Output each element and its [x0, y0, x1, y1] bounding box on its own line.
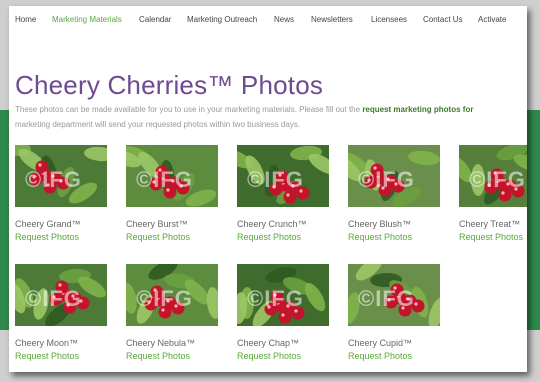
nav-licensees[interactable]: Licensees — [371, 15, 407, 24]
watermark-logo: ©IFG — [358, 167, 415, 192]
request-photos-link[interactable]: Request Photos — [126, 232, 190, 242]
top-navigation: Home Marketing Materials Calendar Market… — [9, 6, 527, 32]
request-photos-link[interactable]: Request Photos — [459, 232, 523, 242]
intro-line-2: marketing department will send your requ… — [15, 120, 301, 129]
cherry-photo: ©IFG — [237, 145, 329, 207]
cherry-photo: ©IFG — [237, 264, 329, 326]
request-photos-link[interactable]: Request Photos — [15, 351, 79, 361]
watermark-logo: ©IFG — [358, 286, 415, 311]
cherry-photo: ©IFG — [15, 264, 107, 326]
nav-newsletters[interactable]: Newsletters — [311, 15, 353, 24]
nav-home[interactable]: Home — [15, 15, 36, 24]
page-title: Cheery Cherries™ Photos — [15, 70, 324, 100]
watermark-logo: ©IFG — [469, 167, 526, 192]
request-photos-link[interactable]: Request Photos — [237, 232, 301, 242]
nav-calendar[interactable]: Calendar — [139, 15, 171, 24]
nav-marketing-materials[interactable]: Marketing Materials — [52, 15, 122, 24]
watermark-logo: ©IFG — [25, 286, 82, 311]
photo-name: Cheery Crunch™ — [237, 219, 307, 229]
intro-line-1: These photos can be made available for y… — [15, 105, 361, 114]
request-photos-link[interactable]: Request Photos — [126, 351, 190, 361]
webpage: Home Marketing Materials Calendar Market… — [9, 6, 527, 372]
photo-name: Cheery Treat™ — [459, 219, 521, 229]
photo-name: Cheery Burst™ — [126, 219, 188, 229]
cherry-photo: ©IFG — [15, 145, 107, 207]
cherry-photo: ©IFG — [348, 145, 440, 207]
nav-contact-us[interactable]: Contact Us — [423, 15, 463, 24]
request-photos-link[interactable]: Request Photos — [237, 351, 301, 361]
watermark-logo: ©IFG — [136, 286, 193, 311]
watermark-logo: ©IFG — [247, 167, 304, 192]
cherry-photo: ©IFG — [348, 264, 440, 326]
cherry-photo: ©IFG — [126, 145, 218, 207]
cherry-photo: ©IFG — [459, 145, 527, 207]
watermark-logo: ©IFG — [25, 167, 82, 192]
request-photos-link[interactable]: Request Photos — [348, 232, 412, 242]
photo-name: Cheery Blush™ — [348, 219, 412, 229]
request-photos-link[interactable]: Request Photos — [348, 351, 412, 361]
nav-news[interactable]: News — [274, 15, 294, 24]
intro-text: These photos can be made available for y… — [15, 102, 527, 132]
nav-activate[interactable]: Activate — [478, 15, 506, 24]
cherry-photo: ©IFG — [126, 264, 218, 326]
request-photos-link[interactable]: Request Photos — [15, 232, 79, 242]
request-marketing-photos-link[interactable]: request marketing photos for — [362, 105, 473, 114]
photo-name: Cheery Grand™ — [15, 219, 81, 229]
photo-name: Cheery Nebula™ — [126, 338, 196, 348]
photo-name: Cheery Cupid™ — [348, 338, 413, 348]
photo-name: Cheery Moon™ — [15, 338, 79, 348]
watermark-logo: ©IFG — [247, 286, 304, 311]
nav-marketing-outreach[interactable]: Marketing Outreach — [187, 15, 257, 24]
photo-name: Cheery Chap™ — [237, 338, 300, 348]
watermark-logo: ©IFG — [136, 167, 193, 192]
